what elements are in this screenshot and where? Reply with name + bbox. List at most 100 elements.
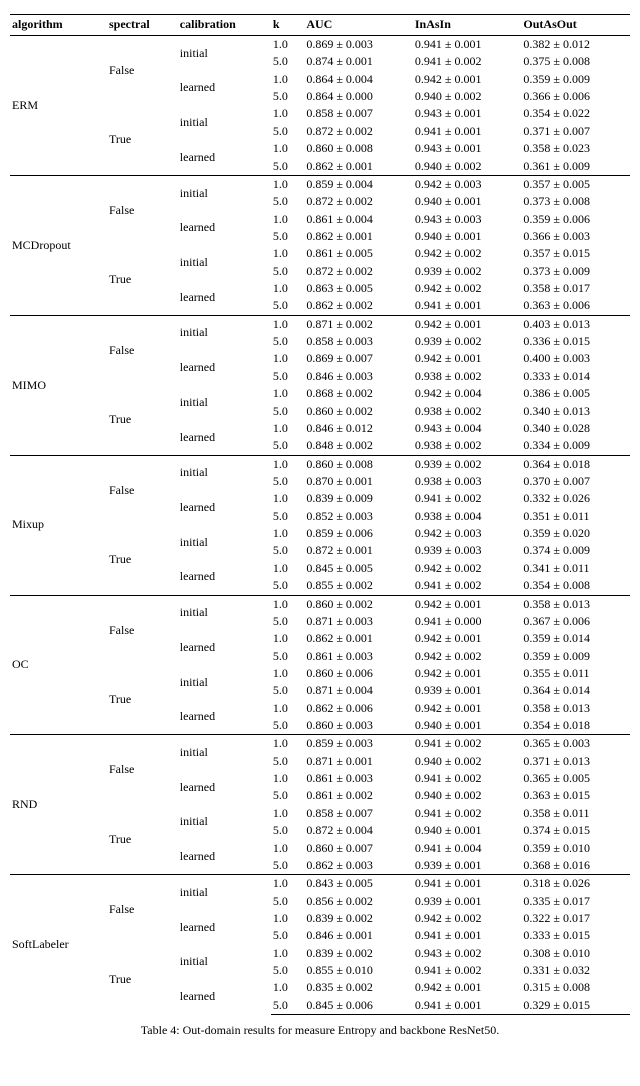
cell-k: 5.0 (271, 437, 304, 455)
cell-k: 1.0 (271, 665, 304, 682)
cell-auc: 0.860 ± 0.008 (304, 455, 413, 473)
cell-auc: 0.846 ± 0.001 (304, 927, 413, 944)
cell-outasout: 0.367 ± 0.006 (521, 613, 630, 630)
cell-spectral: False (107, 875, 178, 945)
cell-outasout: 0.365 ± 0.003 (521, 735, 630, 753)
cell-outasout: 0.366 ± 0.006 (521, 88, 630, 105)
cell-outasout: 0.331 ± 0.032 (521, 962, 630, 979)
cell-auc: 0.858 ± 0.007 (304, 105, 413, 122)
cell-spectral: False (107, 735, 178, 805)
cell-outasout: 0.403 ± 0.013 (521, 315, 630, 333)
cell-calibration: learned (178, 280, 271, 315)
cell-inasin: 0.942 ± 0.002 (413, 560, 522, 577)
cell-outasout: 0.374 ± 0.015 (521, 822, 630, 839)
cell-inasin: 0.941 ± 0.001 (413, 297, 522, 315)
cell-inasin: 0.941 ± 0.002 (413, 577, 522, 595)
cell-inasin: 0.938 ± 0.002 (413, 368, 522, 385)
cell-k: 5.0 (271, 648, 304, 665)
cell-k: 5.0 (271, 193, 304, 210)
cell-outasout: 0.382 ± 0.012 (521, 36, 630, 54)
cell-outasout: 0.334 ± 0.009 (521, 437, 630, 455)
cell-inasin: 0.942 ± 0.004 (413, 385, 522, 402)
cell-k: 1.0 (271, 490, 304, 507)
cell-outasout: 0.354 ± 0.008 (521, 577, 630, 595)
cell-inasin: 0.942 ± 0.001 (413, 315, 522, 333)
cell-auc: 0.846 ± 0.003 (304, 368, 413, 385)
cell-auc: 0.835 ± 0.002 (304, 979, 413, 996)
cell-outasout: 0.340 ± 0.028 (521, 420, 630, 437)
cell-outasout: 0.351 ± 0.011 (521, 508, 630, 525)
cell-auc: 0.871 ± 0.002 (304, 315, 413, 333)
cell-k: 5.0 (271, 542, 304, 559)
cell-inasin: 0.943 ± 0.003 (413, 211, 522, 228)
cell-inasin: 0.940 ± 0.002 (413, 787, 522, 804)
cell-inasin: 0.941 ± 0.004 (413, 840, 522, 857)
cell-algorithm: Mixup (10, 455, 107, 595)
cell-k: 1.0 (271, 175, 304, 193)
cell-inasin: 0.942 ± 0.001 (413, 700, 522, 717)
cell-k: 5.0 (271, 962, 304, 979)
cell-k: 1.0 (271, 105, 304, 122)
cell-inasin: 0.938 ± 0.004 (413, 508, 522, 525)
cell-inasin: 0.941 ± 0.002 (413, 53, 522, 70)
cell-outasout: 0.358 ± 0.011 (521, 805, 630, 822)
cell-inasin: 0.942 ± 0.001 (413, 595, 522, 613)
cell-k: 1.0 (271, 525, 304, 542)
cell-spectral: True (107, 385, 178, 455)
cell-k: 1.0 (271, 211, 304, 228)
table-caption: Table 4: Out-domain results for measure … (10, 1023, 630, 1038)
cell-auc: 0.848 ± 0.002 (304, 437, 413, 455)
cell-auc: 0.856 ± 0.002 (304, 893, 413, 910)
cell-inasin: 0.942 ± 0.001 (413, 630, 522, 647)
table-row: MixupFalseinitial1.00.860 ± 0.0080.939 ±… (10, 455, 630, 473)
col-inasin: InAsIn (413, 15, 522, 36)
cell-auc: 0.843 ± 0.005 (304, 875, 413, 893)
cell-algorithm: MCDropout (10, 175, 107, 315)
cell-calibration: initial (178, 105, 271, 140)
cell-k: 5.0 (271, 822, 304, 839)
cell-k: 5.0 (271, 927, 304, 944)
cell-auc: 0.864 ± 0.004 (304, 71, 413, 88)
cell-k: 5.0 (271, 717, 304, 735)
cell-auc: 0.861 ± 0.003 (304, 770, 413, 787)
cell-auc: 0.846 ± 0.012 (304, 420, 413, 437)
cell-auc: 0.870 ± 0.001 (304, 473, 413, 490)
cell-calibration: initial (178, 455, 271, 490)
cell-inasin: 0.940 ± 0.001 (413, 193, 522, 210)
cell-auc: 0.860 ± 0.003 (304, 717, 413, 735)
cell-k: 5.0 (271, 893, 304, 910)
cell-inasin: 0.943 ± 0.004 (413, 420, 522, 437)
cell-outasout: 0.359 ± 0.020 (521, 525, 630, 542)
cell-k: 1.0 (271, 560, 304, 577)
cell-k: 1.0 (271, 140, 304, 157)
cell-inasin: 0.938 ± 0.002 (413, 437, 522, 455)
cell-inasin: 0.942 ± 0.003 (413, 175, 522, 193)
cell-auc: 0.872 ± 0.002 (304, 193, 413, 210)
cell-inasin: 0.942 ± 0.002 (413, 245, 522, 262)
cell-spectral: True (107, 105, 178, 175)
cell-k: 5.0 (271, 158, 304, 176)
cell-k: 1.0 (271, 735, 304, 753)
cell-k: 5.0 (271, 53, 304, 70)
cell-inasin: 0.941 ± 0.001 (413, 123, 522, 140)
cell-outasout: 0.358 ± 0.023 (521, 140, 630, 157)
cell-calibration: initial (178, 735, 271, 770)
cell-k: 1.0 (271, 595, 304, 613)
cell-auc: 0.859 ± 0.003 (304, 735, 413, 753)
cell-calibration: initial (178, 595, 271, 630)
cell-k: 5.0 (271, 88, 304, 105)
cell-spectral: False (107, 315, 178, 385)
cell-k: 1.0 (271, 280, 304, 297)
cell-inasin: 0.939 ± 0.001 (413, 682, 522, 699)
cell-calibration: learned (178, 700, 271, 735)
cell-inasin: 0.940 ± 0.001 (413, 822, 522, 839)
cell-algorithm: SoftLabeler (10, 875, 107, 1015)
cell-inasin: 0.942 ± 0.001 (413, 979, 522, 996)
cell-inasin: 0.941 ± 0.002 (413, 490, 522, 507)
cell-outasout: 0.400 ± 0.003 (521, 350, 630, 367)
cell-k: 1.0 (271, 770, 304, 787)
cell-inasin: 0.941 ± 0.002 (413, 770, 522, 787)
cell-calibration: learned (178, 490, 271, 525)
table-row: RNDFalseinitial1.00.859 ± 0.0030.941 ± 0… (10, 735, 630, 753)
cell-auc: 0.861 ± 0.004 (304, 211, 413, 228)
